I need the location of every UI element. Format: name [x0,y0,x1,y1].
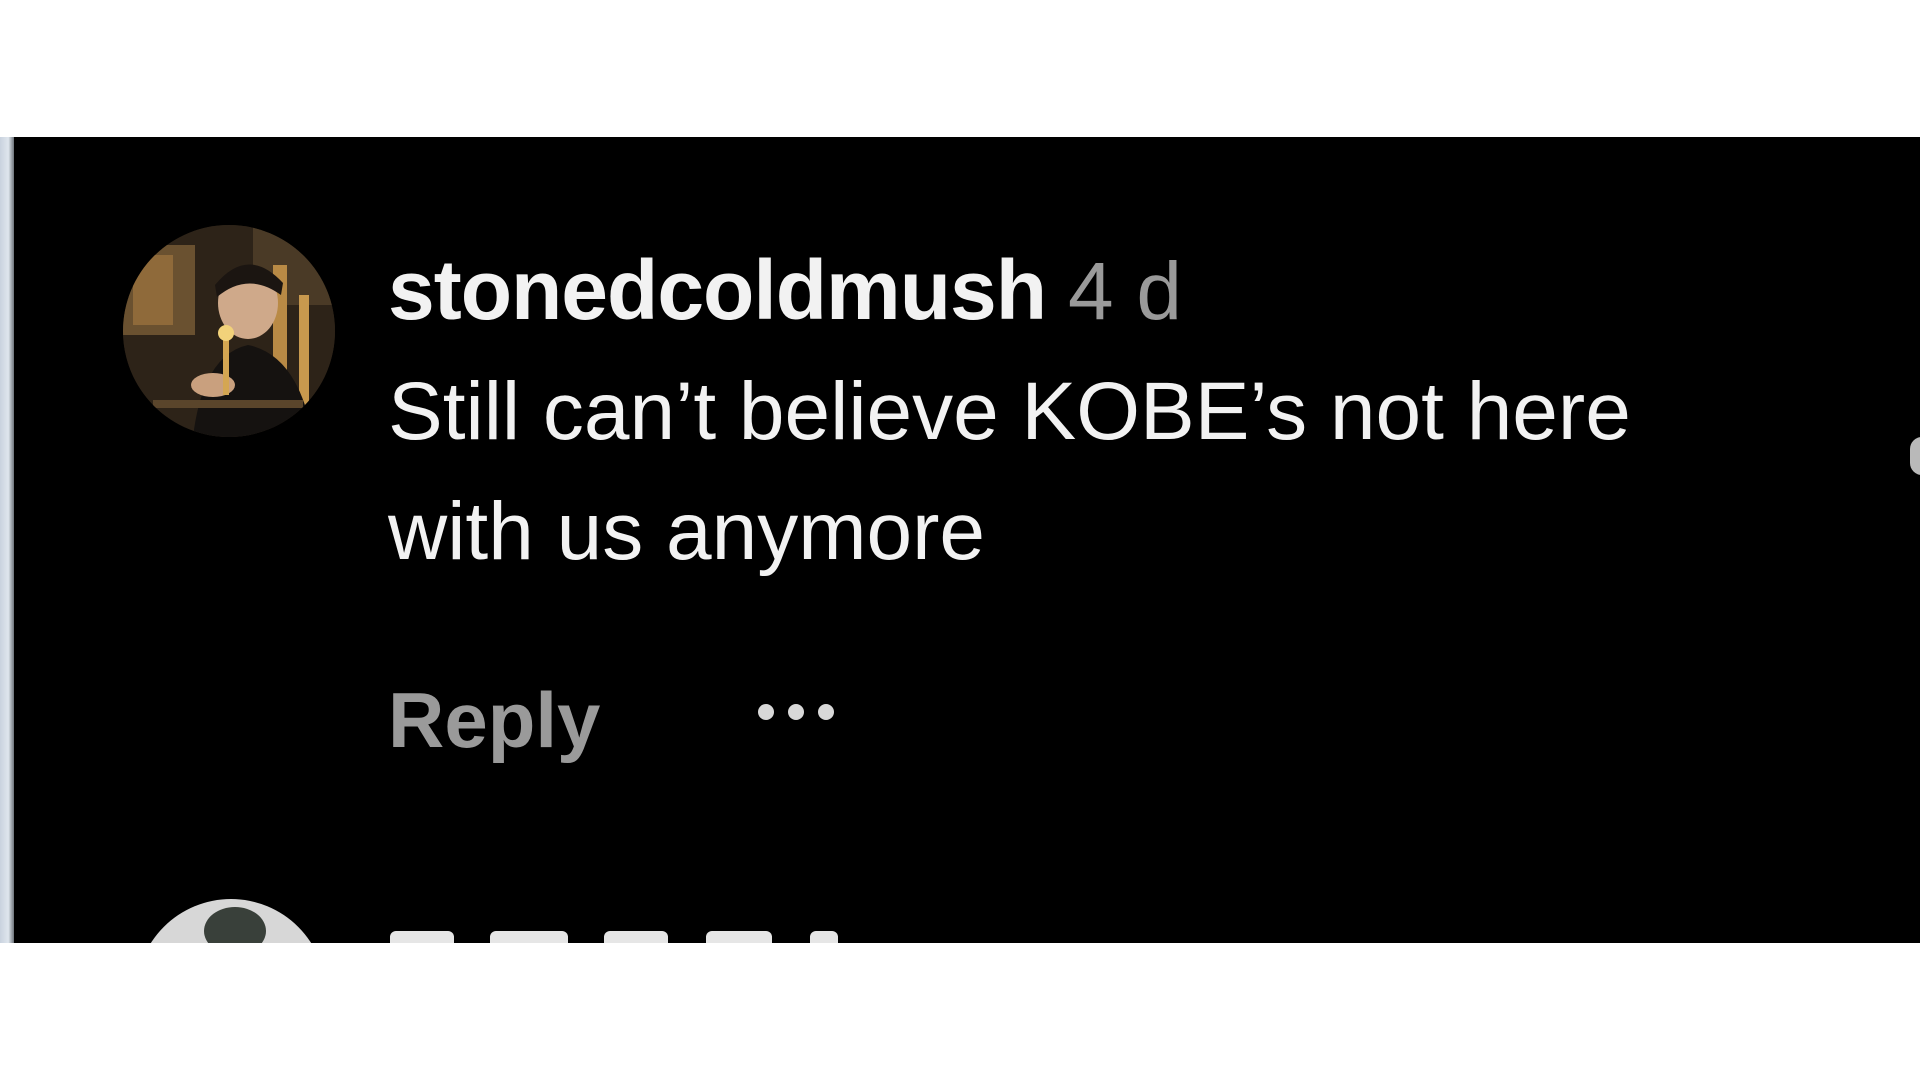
avatar-image [123,225,335,437]
more-options-icon[interactable] [758,692,835,732]
comment: stonedcoldmush 4 d Still can’t believe K… [388,242,1788,770]
comment-text: Still can’t believe KOBE’s not here with… [388,366,1631,577]
dot [788,704,805,720]
scrollbar-handle[interactable] [1910,437,1920,475]
next-comment-avatar[interactable] [136,899,326,943]
comment-actions: Reply [388,670,1788,770]
dot [758,704,775,720]
timestamp: 4 d [1068,246,1183,337]
reply-button[interactable]: Reply [388,675,600,766]
dot [818,704,835,720]
comments-panel: stonedcoldmush 4 d Still can’t believe K… [0,137,1920,943]
comment-header: stonedcoldmush 4 d [388,242,1788,352]
next-comment-header-cropped [390,907,1090,943]
page: stonedcoldmush 4 d Still can’t believe K… [0,0,1920,1080]
username[interactable]: stonedcoldmush [388,242,1047,339]
avatar[interactable] [123,225,335,437]
window-edge [0,137,14,943]
